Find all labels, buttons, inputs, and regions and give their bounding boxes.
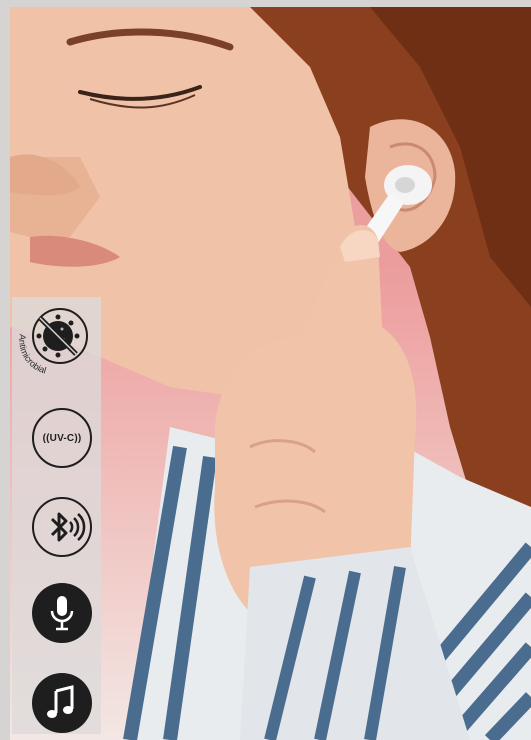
microphone-icon xyxy=(50,596,74,631)
feature-music xyxy=(32,673,92,733)
feature-bluetooth xyxy=(32,497,92,557)
feature-antimicrobial: Antimicrobial xyxy=(17,308,88,376)
feature-uv-c: ((UV-C)) xyxy=(32,408,92,468)
bluetooth-icon xyxy=(50,512,86,542)
feature-microphone xyxy=(32,583,92,643)
antimicrobial-label: Antimicrobial xyxy=(17,334,47,376)
uv-c-icon: ((UV-C)) xyxy=(42,432,82,444)
music-note-icon xyxy=(47,685,74,718)
